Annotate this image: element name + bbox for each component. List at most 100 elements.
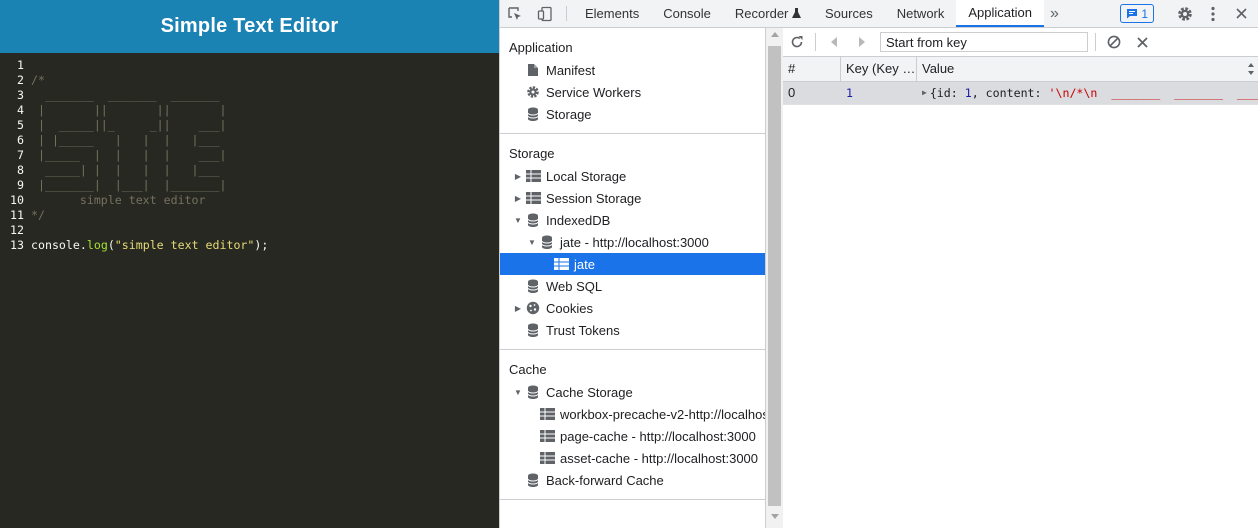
code-comment-text: _____| | | | | |___ (31, 163, 220, 177)
toolbar-divider (1095, 33, 1096, 51)
sidebar-item-cache-storage[interactable]: ▼ Cache Storage (500, 381, 765, 403)
code-line[interactable]: 11 */ (0, 208, 499, 223)
code-line[interactable]: 7 |_____ | | | | ___| (0, 148, 499, 163)
sidebar-item-cookies[interactable]: ▶ Cookies (500, 297, 765, 319)
code-line[interactable]: 13 console.log("simple text editor"); (0, 238, 499, 253)
sidebar-item-indexeddb-database[interactable]: ▼ jate - http://localhost:3000 (500, 231, 765, 253)
more-options-icon[interactable] (1201, 2, 1225, 26)
sidebar-item-storage[interactable]: Storage (500, 103, 765, 125)
message-icon (1127, 9, 1138, 19)
sidebar-item-indexeddb[interactable]: ▼ IndexedDB (500, 209, 765, 231)
sidebar-item-cache-asset[interactable]: asset-cache - http://localhost:3000 (500, 447, 765, 469)
sidebar-item-object-store[interactable]: jate (500, 253, 765, 275)
code-line[interactable]: 4 | || || | (0, 103, 499, 118)
tab-label: Network (896, 6, 945, 21)
line-number: 3 (17, 88, 24, 102)
sort-arrows-icon[interactable] (1247, 62, 1255, 76)
code-comment-text: _______ _______ _______ (31, 88, 220, 102)
tab-network[interactable]: Network (885, 0, 957, 27)
line-number: 12 (10, 223, 24, 237)
next-page-icon[interactable] (848, 28, 876, 56)
tab-recorder[interactable]: Recorder (723, 0, 813, 27)
sidebar-item-back-forward-cache[interactable]: Back-forward Cache (500, 469, 765, 491)
sidebar-item-cache-page[interactable]: page-cache - http://localhost:3000 (500, 425, 765, 447)
code-line[interactable]: 6 | |_____ | | | |___ (0, 133, 499, 148)
row-value[interactable]: ▶ {id: 1, content: '\n/*\n _______ _____… (917, 82, 1258, 104)
section-divider (500, 349, 765, 350)
sidebar-scrollbar[interactable] (766, 28, 783, 528)
database-icon (525, 107, 541, 121)
section-divider (500, 499, 765, 500)
tab-sources[interactable]: Sources (813, 0, 885, 27)
sidebar-item-label: jate - http://localhost:3000 (560, 234, 709, 250)
scrollbar-thumb[interactable] (768, 46, 781, 506)
sidebar-item-label: Cache Storage (546, 384, 633, 400)
table-icon (525, 191, 541, 205)
line-number: 1 (17, 58, 24, 72)
code-line[interactable]: 3 _______ _______ _______ (0, 88, 499, 103)
document-icon (525, 63, 541, 77)
scroll-down-arrow-icon[interactable] (771, 514, 779, 519)
collapse-arrow-icon[interactable]: ▼ (525, 238, 539, 247)
tab-console[interactable]: Console (651, 0, 723, 27)
sidebar-item-web-sql[interactable]: Web SQL (500, 275, 765, 297)
sidebar-item-label: IndexedDB (546, 212, 611, 228)
data-view-toolbar (783, 28, 1258, 57)
refresh-icon[interactable] (783, 28, 811, 56)
expand-object-icon[interactable]: ▶ (922, 82, 927, 104)
expand-arrow-icon[interactable]: ▶ (511, 172, 525, 181)
delete-selected-icon[interactable] (1128, 28, 1156, 56)
column-header-index[interactable]: # (783, 57, 841, 81)
sidebar-item-manifest[interactable]: Manifest (500, 59, 765, 81)
code-comment-text: | || || | (31, 103, 227, 117)
code-line[interactable]: 9 |_______| |___| |_______| (0, 178, 499, 193)
code-comment-text: | _____||_ _|| ___| (31, 118, 227, 132)
sidebar-item-service-workers[interactable]: Service Workers (500, 81, 765, 103)
close-devtools-icon[interactable] (1229, 2, 1253, 26)
code-token: ( (107, 238, 115, 252)
issues-count: 1 (1141, 6, 1148, 21)
code-line[interactable]: 10 simple text editor (0, 193, 499, 208)
sidebar-item-trust-tokens[interactable]: Trust Tokens (500, 319, 765, 341)
sidebar-item-label: Local Storage (546, 168, 627, 184)
app-header: Simple Text Editor (0, 0, 499, 53)
previous-page-icon[interactable] (820, 28, 848, 56)
collapse-arrow-icon[interactable]: ▼ (511, 216, 525, 225)
sidebar-item-label: jate (574, 256, 595, 272)
sidebar-item-local-storage[interactable]: ▶ Local Storage (500, 165, 765, 187)
settings-gear-icon[interactable] (1173, 2, 1197, 26)
tab-application[interactable]: Application (956, 0, 1044, 27)
more-tabs-icon[interactable]: » (1044, 0, 1065, 27)
database-icon (525, 473, 541, 487)
code-line[interactable]: 12 (0, 223, 499, 238)
column-header-key[interactable]: Key (Key path: id) (841, 57, 917, 81)
code-line[interactable]: 8 _____| | | | | |___ (0, 163, 499, 178)
code-line[interactable]: 5 | _____||_ _|| ___| (0, 118, 499, 133)
column-header-value[interactable]: Value (917, 57, 1258, 81)
table-row[interactable]: 0 1 ▶ {id: 1, content: '\n/*\n _______ _… (783, 82, 1258, 105)
database-icon (525, 213, 541, 227)
line-number: 10 (10, 193, 24, 207)
line-number: 2 (17, 73, 24, 87)
sidebar-item-cache-workbox[interactable]: workbox-precache-v2-http://localhost:300… (500, 403, 765, 425)
code-line[interactable]: 2 /* (0, 73, 499, 88)
tab-label: Elements (585, 6, 640, 21)
clear-object-store-icon[interactable] (1100, 28, 1128, 56)
section-title-application: Application (509, 40, 573, 55)
inspect-element-icon[interactable] (500, 0, 530, 27)
issues-badge[interactable]: 1 (1120, 4, 1154, 23)
code-editor[interactable]: 1 2/* 3 _______ _______ _______ 4 | || || |… (0, 53, 499, 253)
start-from-key-input[interactable] (880, 32, 1088, 52)
expand-arrow-icon[interactable]: ▶ (511, 304, 525, 313)
app-title: Simple Text Editor (160, 15, 339, 37)
scroll-up-arrow-icon[interactable] (771, 32, 779, 37)
sidebar-item-session-storage[interactable]: ▶ Session Storage (500, 187, 765, 209)
code-line[interactable]: 1 (0, 58, 499, 73)
section-title-storage: Storage (509, 146, 555, 161)
database-icon (525, 279, 541, 293)
device-toolbar-icon[interactable] (530, 0, 560, 27)
collapse-arrow-icon[interactable]: ▼ (511, 388, 525, 397)
expand-arrow-icon[interactable]: ▶ (511, 194, 525, 203)
tab-elements[interactable]: Elements (573, 0, 651, 27)
code-token: . (79, 238, 87, 252)
